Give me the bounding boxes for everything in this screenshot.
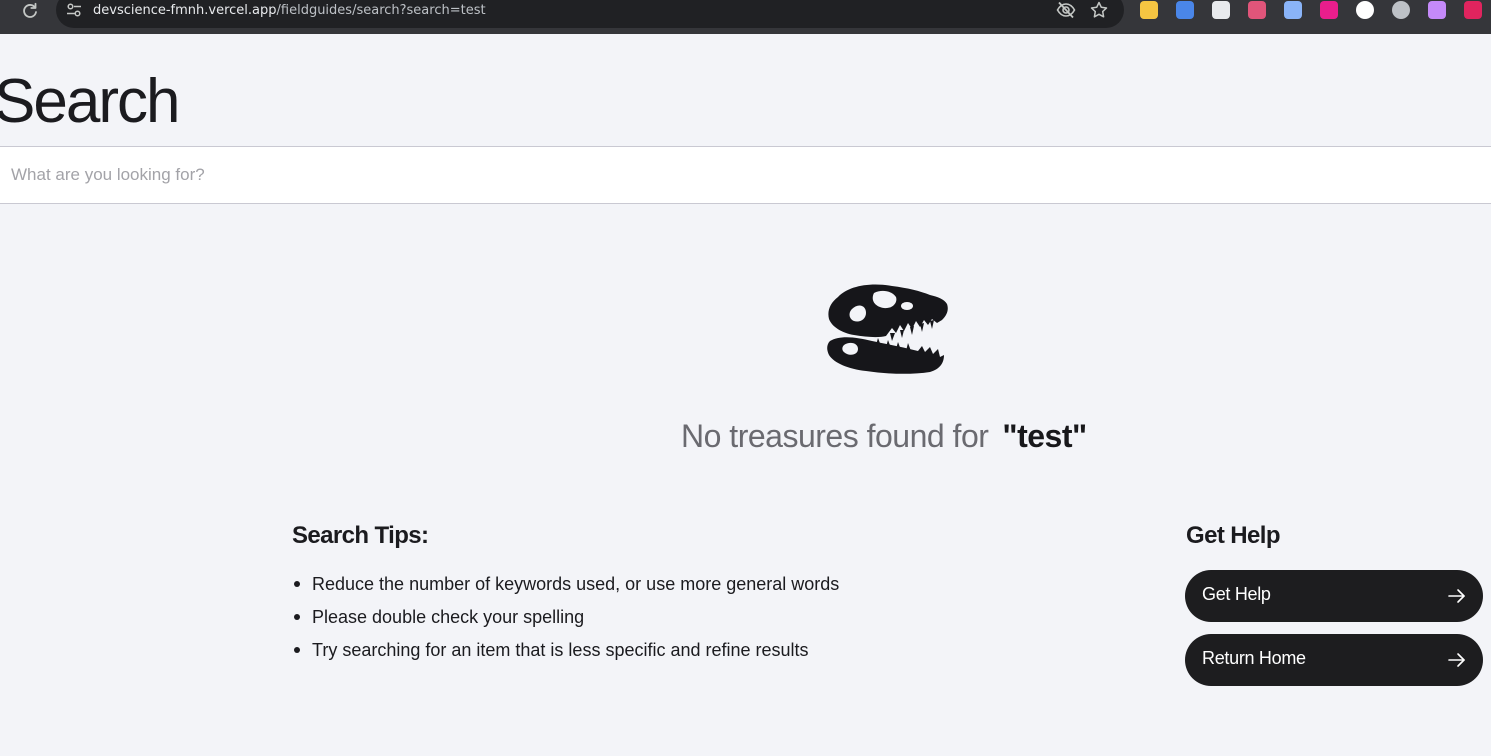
dinosaur-skull-icon — [827, 284, 948, 374]
get-help-button[interactable]: Get Help — [1185, 570, 1483, 622]
search-tip-item: Please double check your spelling — [292, 603, 839, 636]
no-results-message: No treasures found for "test" — [681, 418, 1087, 455]
bookmark-star-icon[interactable] — [1090, 1, 1108, 19]
return-home-button[interactable]: Return Home — [1185, 634, 1483, 686]
get-help-heading: Get Help — [1186, 522, 1280, 549]
reload-icon[interactable] — [21, 2, 39, 20]
eye-off-icon[interactable] — [1056, 1, 1076, 19]
search-query: "test" — [1002, 418, 1087, 454]
s-extension-icon[interactable] — [1356, 1, 1374, 19]
site-settings-icon[interactable] — [66, 2, 82, 18]
return-home-button-label: Return Home — [1202, 648, 1306, 668]
arrow-right-icon — [1448, 589, 1465, 603]
search-tip-item: Reduce the number of keywords used, or u… — [292, 570, 839, 603]
docs-extension-icon[interactable] — [1176, 1, 1194, 19]
rocket-extension-icon[interactable] — [1392, 1, 1410, 19]
url-text[interactable]: devscience-fmnh.vercel.app/fieldguides/s… — [93, 3, 486, 18]
search-tip-item: Try searching for an item that is less s… — [292, 636, 839, 669]
address-bar[interactable]: devscience-fmnh.vercel.app/fieldguides/s… — [56, 0, 1124, 28]
notes-extension-icon[interactable] — [1140, 1, 1158, 19]
page-title: Search — [0, 67, 180, 136]
gradient-extension-icon[interactable] — [1248, 1, 1266, 19]
get-help-button-label: Get Help — [1202, 584, 1271, 604]
search-tips-heading: Search Tips: — [292, 522, 429, 549]
search-bar — [0, 146, 1491, 204]
video-extension-icon[interactable] — [1320, 1, 1338, 19]
browser-toolbar: devscience-fmnh.vercel.app/fieldguides/s… — [0, 0, 1491, 34]
eyedropper-extension-icon[interactable] — [1284, 1, 1302, 19]
search-tips-list: Reduce the number of keywords used, or u… — [292, 570, 839, 669]
no-results-text: No treasures found for — [681, 418, 989, 454]
camera-extension-icon[interactable] — [1212, 1, 1230, 19]
puzzle-extension-icon[interactable] — [1428, 1, 1446, 19]
shield-extension-icon[interactable] — [1464, 1, 1482, 19]
search-input[interactable] — [11, 161, 1411, 189]
url-path: /fieldguides/search?search=test — [276, 3, 486, 18]
url-host: devscience-fmnh.vercel.app — [93, 3, 277, 18]
arrow-right-icon — [1448, 653, 1465, 667]
